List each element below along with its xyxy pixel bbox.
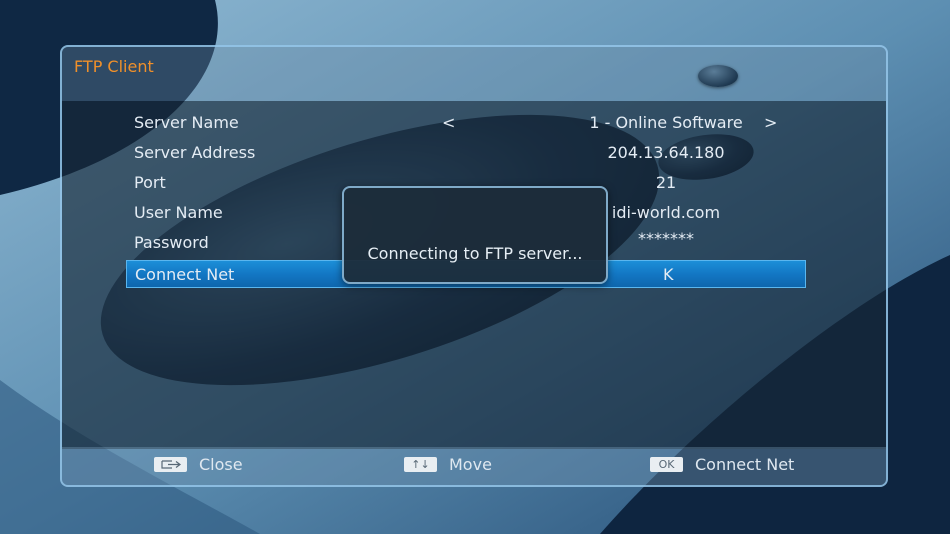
- hint-label: Connect Net: [695, 455, 795, 474]
- up-down-arrow-icon: ↑↓: [404, 457, 437, 472]
- orb-decoration: [698, 65, 738, 87]
- field-label: Server Name: [134, 113, 239, 132]
- window-title: FTP Client: [74, 57, 154, 76]
- field-label: Server Address: [134, 143, 256, 162]
- field-value: 1 - Online Software: [589, 113, 743, 132]
- field-label: Port: [134, 173, 166, 192]
- field-server-name[interactable]: Server Name < 1 - Online Software >: [126, 109, 806, 137]
- connecting-dialog: Connecting to FTP server...: [342, 186, 608, 284]
- hint-label: Close: [199, 455, 243, 474]
- key-hint-bar: Close ↑↓ Move OK Connect Net: [62, 447, 886, 485]
- field-value: 204.13.64.180: [607, 143, 725, 162]
- exit-key-icon: [154, 457, 187, 472]
- hint-move[interactable]: ↑↓ Move: [404, 455, 492, 474]
- field-server-address[interactable]: Server Address 204.13.64.180: [126, 139, 806, 167]
- right-arrow-icon[interactable]: >: [764, 113, 777, 132]
- field-value: K: [663, 265, 674, 284]
- hint-connect-net[interactable]: OK Connect Net: [650, 455, 794, 474]
- field-label: Password: [134, 233, 209, 252]
- title-bar: FTP Client: [62, 47, 886, 101]
- ok-key-icon: OK: [650, 457, 683, 472]
- dialog-message: Connecting to FTP server...: [367, 244, 583, 263]
- field-label: Connect Net: [135, 265, 235, 284]
- hint-close[interactable]: Close: [154, 455, 243, 474]
- left-arrow-icon[interactable]: <: [442, 113, 455, 132]
- field-label: User Name: [134, 203, 223, 222]
- hint-label: Move: [449, 455, 492, 474]
